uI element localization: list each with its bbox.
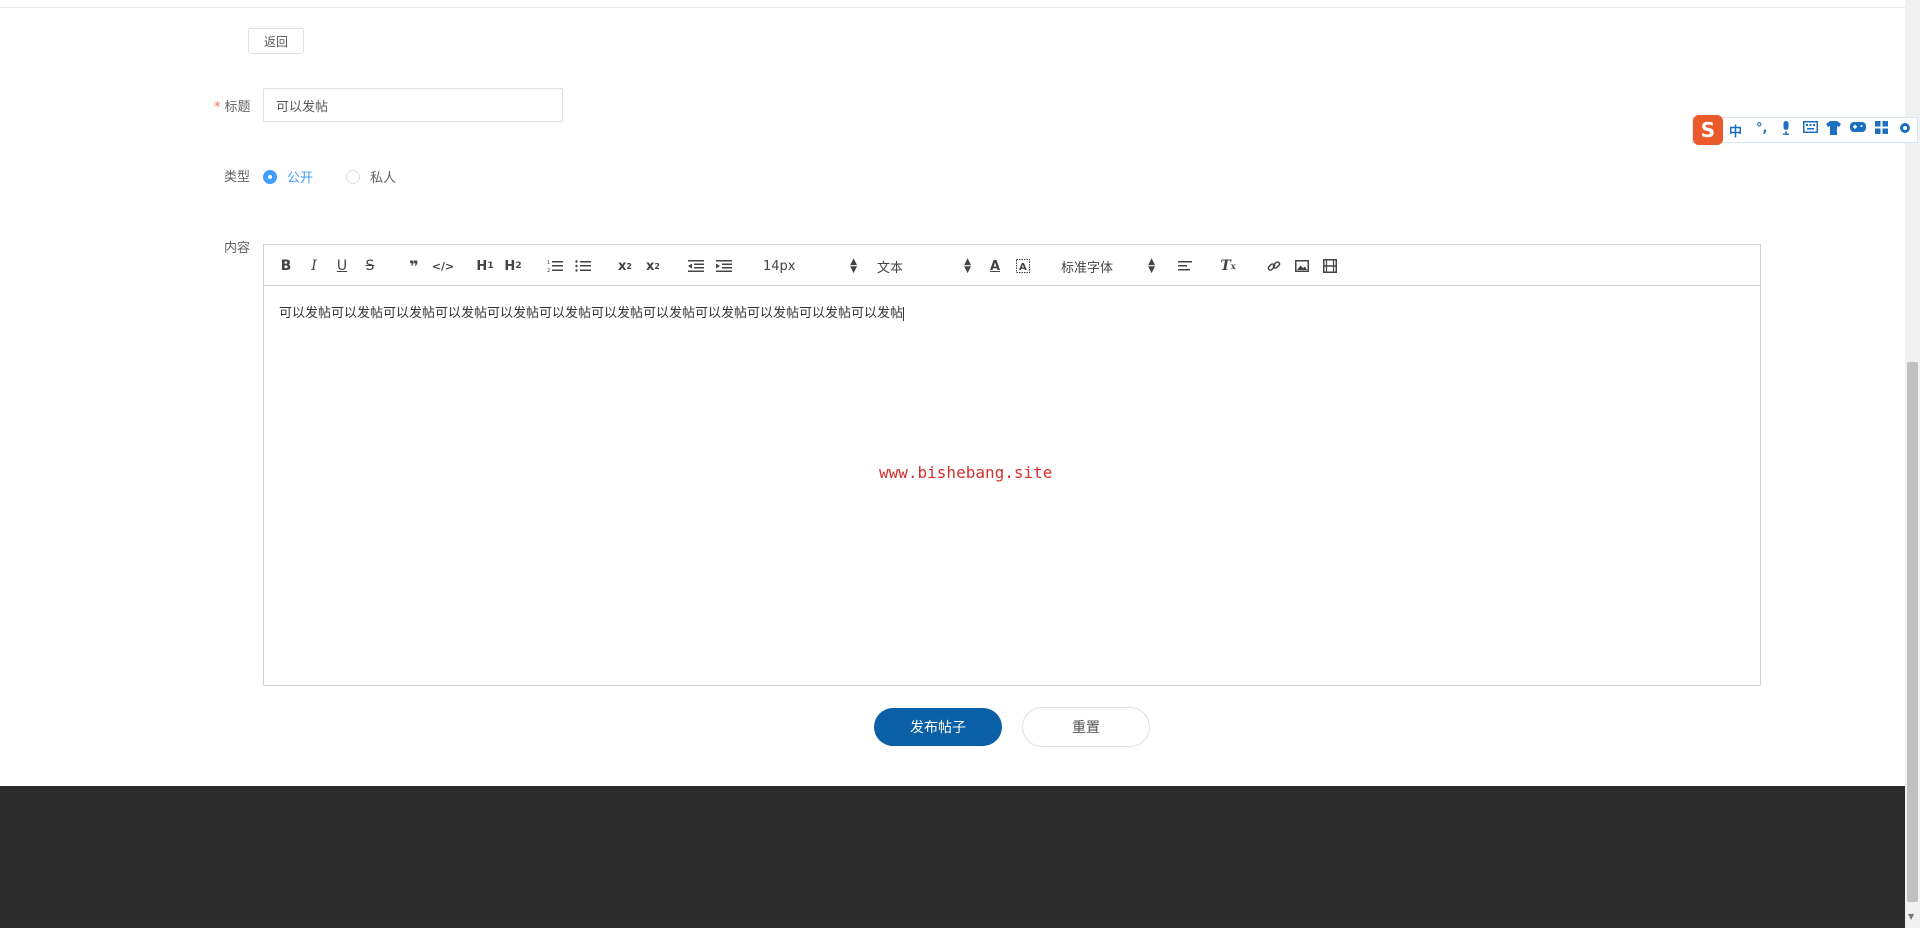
- radio-public-label: 公开: [287, 171, 314, 186]
- font-family-value: 标准字体: [1061, 260, 1114, 276]
- ime-settings-icon[interactable]: [1898, 121, 1912, 139]
- header-picker[interactable]: 文本 ▲ ▼: [877, 257, 971, 276]
- link-icon[interactable]: [1265, 257, 1283, 275]
- font-size-picker[interactable]: 14px ▲ ▼: [763, 257, 857, 275]
- title-label: * 标题: [214, 96, 251, 115]
- align-icon[interactable]: [1176, 257, 1194, 275]
- editor-content[interactable]: 可以发帖可以发帖可以发帖可以发帖可以发帖可以发帖可以发帖可以发帖可以发帖可以发帖…: [279, 302, 905, 321]
- superscript-icon[interactable]: x2: [644, 257, 662, 275]
- content-label: 内容: [224, 241, 251, 256]
- watermark-text: www.bishebang.site: [879, 463, 1053, 482]
- ime-mic-icon[interactable]: [1781, 121, 1791, 139]
- font-size-arrow-icon: ▲ ▼: [850, 257, 857, 275]
- code-block-icon[interactable]: </>: [432, 257, 454, 275]
- header-picker-arrow-icon: ▲ ▼: [964, 257, 971, 275]
- ime-toolbox-icon[interactable]: [1875, 121, 1888, 138]
- ordered-list-icon[interactable]: 12: [546, 257, 564, 275]
- font-size-value: 14px: [763, 258, 796, 274]
- radio-private-label: 私人: [370, 171, 397, 186]
- scroll-down-icon[interactable]: ▼: [1908, 912, 1914, 921]
- clear-format-icon[interactable]: Tx: [1219, 257, 1237, 275]
- h2-icon[interactable]: H2: [502, 257, 524, 275]
- title-label-text: 标题: [224, 100, 251, 115]
- font-color-icon[interactable]: A: [986, 257, 1004, 275]
- underline-icon[interactable]: U: [334, 257, 350, 275]
- video-icon[interactable]: [1321, 257, 1339, 275]
- radio-private-dot[interactable]: [346, 169, 360, 184]
- strike-icon[interactable]: S: [362, 257, 378, 275]
- publish-button[interactable]: 发布帖子: [874, 708, 1002, 746]
- ime-mode-label[interactable]: 中: [1729, 121, 1742, 140]
- editor-toolbar: B I U S ❞ </> H1 H2 12 x2 x2 14px ▲ ▼ 文本 …: [264, 245, 1760, 286]
- type-label: 类型: [224, 170, 251, 185]
- editor-content-text: 可以发帖可以发帖可以发帖可以发帖可以发帖可以发帖可以发帖可以发帖可以发帖可以发帖…: [279, 306, 904, 321]
- background-color-icon[interactable]: A: [1014, 257, 1032, 275]
- header-picker-value: 文本: [877, 260, 904, 276]
- font-family-arrow-icon: ▲ ▼: [1148, 257, 1155, 275]
- bullet-list-icon[interactable]: [574, 257, 592, 275]
- back-button[interactable]: 返回: [248, 28, 304, 54]
- ime-game-icon[interactable]: [1850, 121, 1866, 137]
- svg-text:2: 2: [547, 268, 550, 273]
- image-icon[interactable]: [1293, 257, 1311, 275]
- ime-keyboard-icon[interactable]: [1803, 121, 1818, 137]
- italic-icon[interactable]: I: [306, 257, 322, 275]
- font-family-picker[interactable]: 标准字体 ▲ ▼: [1061, 257, 1155, 276]
- radio-private[interactable]: 私人: [346, 167, 396, 186]
- indent-icon[interactable]: [715, 257, 733, 275]
- ime-logo-icon[interactable]: S: [1693, 115, 1723, 145]
- svg-text:A: A: [1019, 262, 1027, 273]
- h1-icon[interactable]: H1: [474, 257, 496, 275]
- outdent-icon[interactable]: [687, 257, 705, 275]
- page-footer: [0, 786, 1905, 928]
- bold-icon[interactable]: B: [278, 257, 294, 275]
- title-input[interactable]: [263, 88, 563, 122]
- scrollbar-thumb[interactable]: [1907, 362, 1918, 902]
- top-divider: [0, 7, 1905, 8]
- blockquote-icon[interactable]: ❞: [405, 257, 423, 276]
- subscript-icon[interactable]: x2: [616, 257, 634, 275]
- ime-skin-icon[interactable]: [1826, 121, 1841, 139]
- radio-public[interactable]: 公开: [263, 167, 313, 186]
- reset-button[interactable]: 重置: [1022, 707, 1150, 747]
- text-caret: [903, 306, 905, 321]
- radio-public-dot[interactable]: [263, 169, 277, 184]
- svg-text:1: 1: [547, 260, 550, 266]
- required-mark: *: [214, 100, 221, 115]
- ime-punct-icon[interactable]: °,: [1756, 121, 1767, 136]
